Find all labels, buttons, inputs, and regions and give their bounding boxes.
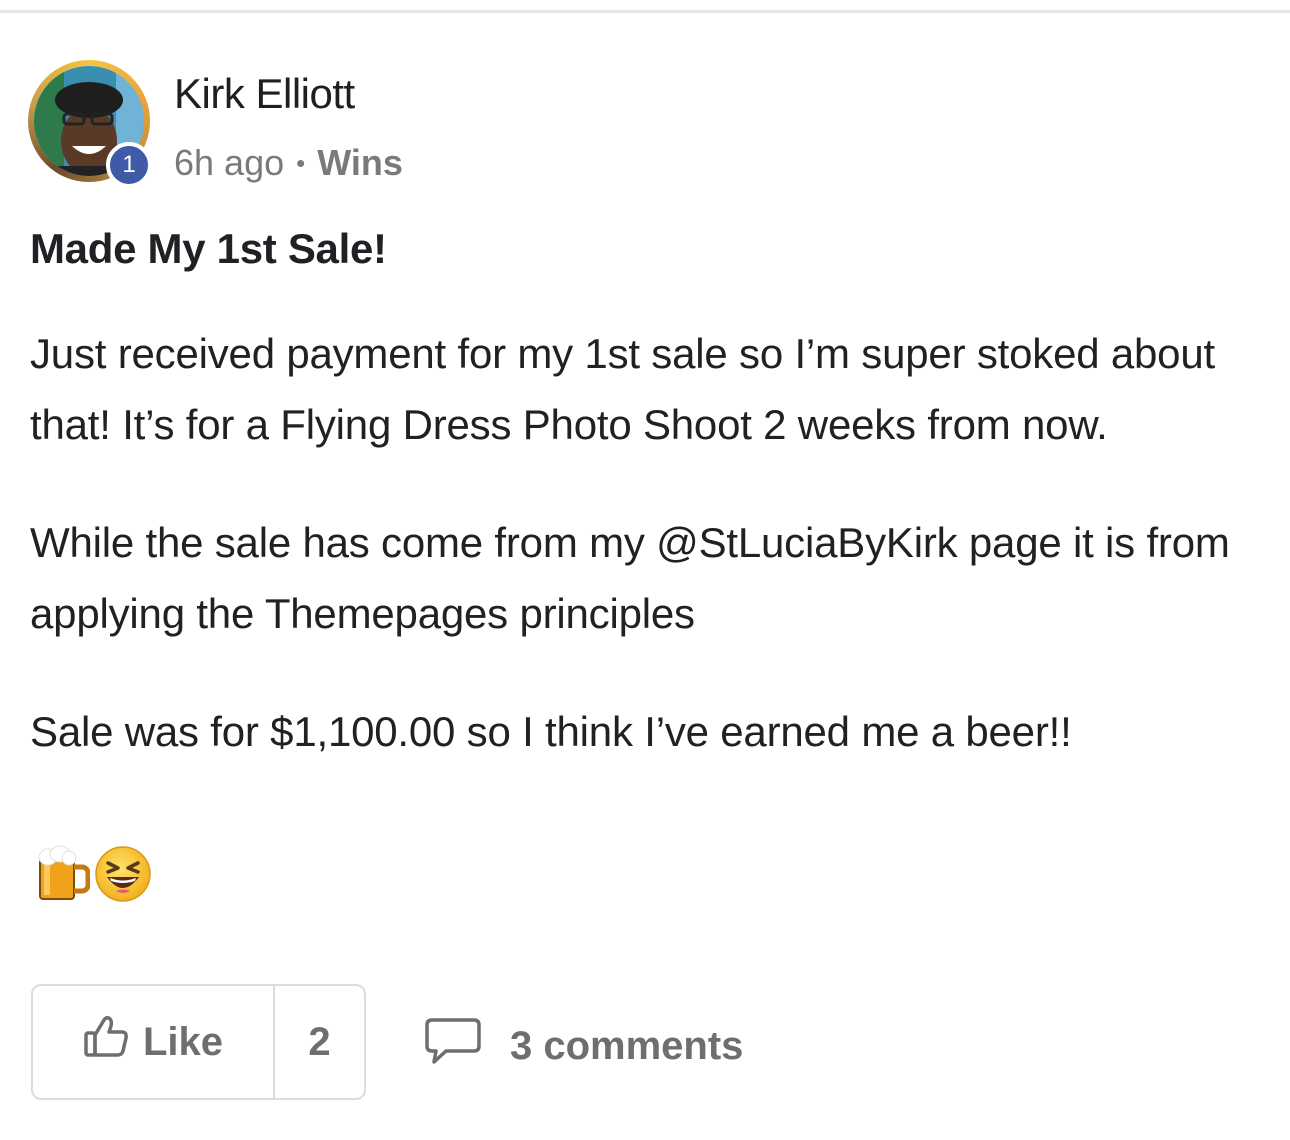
meta-separator: • xyxy=(296,147,306,178)
post-paragraph: While the sale has come from my @StLucia… xyxy=(30,519,1230,637)
beer-mug-icon xyxy=(36,845,91,908)
comment-bubble-icon xyxy=(424,1016,482,1076)
post-paragraph: Sale was for $1,100.00 so I think I’ve e… xyxy=(30,708,1072,755)
emoji-row xyxy=(36,845,152,908)
like-label: Like xyxy=(142,1019,224,1064)
post-body: Just received payment for my 1st sale so… xyxy=(30,318,1260,767)
author-avatar[interactable]: 1 xyxy=(28,60,152,188)
level-badge: 1 xyxy=(106,142,152,188)
thumbs-up-icon xyxy=(83,1015,129,1069)
post-meta: 6h ago • Wins xyxy=(174,142,403,184)
author-name[interactable]: Kirk Elliott xyxy=(174,70,355,118)
laughing-face-icon xyxy=(94,845,152,908)
post-title: Made My 1st Sale! xyxy=(30,225,387,272)
like-button[interactable]: Like xyxy=(33,986,275,1098)
post-category[interactable]: Wins xyxy=(317,142,403,184)
comments-label: 3 comments xyxy=(510,1023,744,1068)
post-time: 6h ago xyxy=(174,142,285,183)
like-count[interactable]: 2 xyxy=(275,986,364,1098)
post-paragraph: Just received payment for my 1st sale so… xyxy=(30,330,1215,448)
like-group: Like 2 xyxy=(31,984,366,1100)
top-divider xyxy=(0,10,1290,13)
comments-button[interactable]: 3 comments xyxy=(424,1016,743,1076)
